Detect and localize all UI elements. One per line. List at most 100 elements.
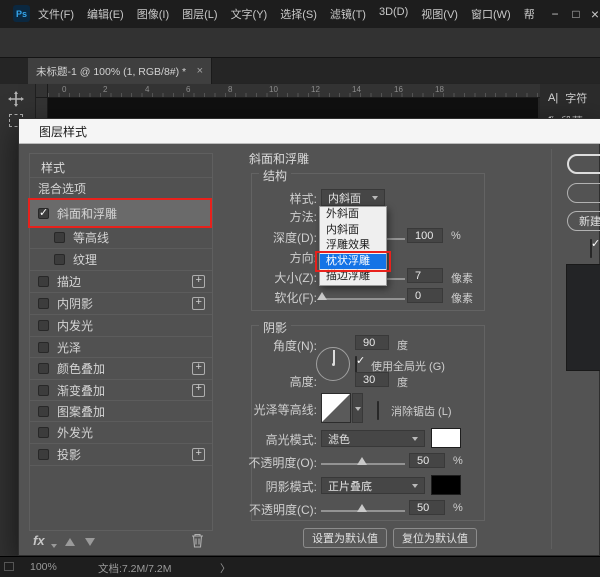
- dropdown-option-pillow-emboss[interactable]: 枕状浮雕: [320, 254, 386, 270]
- depth-unit: %: [451, 230, 461, 242]
- move-tool-icon[interactable]: [7, 90, 25, 108]
- character-icon: A|: [548, 92, 558, 104]
- style-checkbox[interactable]: [54, 232, 65, 243]
- document-tab-title: 未标题-1 @ 100% (1, RGB/8#) *: [36, 64, 186, 79]
- style-item-inner-glow[interactable]: 内发光: [30, 315, 212, 337]
- style-item-label: 光泽: [57, 339, 81, 356]
- style-label: 样式:: [181, 190, 317, 207]
- move-effect-down-icon[interactable]: [85, 538, 95, 546]
- altitude-label: 高度:: [181, 373, 317, 390]
- menu-help[interactable]: 帮: [524, 6, 535, 22]
- minimize-button[interactable]: −: [545, 0, 565, 28]
- gloss-contour-thumbnail[interactable]: [321, 393, 351, 423]
- bevel-emboss-title: 斜面和浮雕: [249, 150, 309, 167]
- soften-slider[interactable]: [321, 298, 405, 300]
- new-style-button[interactable]: 新建: [567, 211, 600, 231]
- angle-input[interactable]: 90: [355, 335, 389, 350]
- bevel-style-select[interactable]: 内斜面: [321, 189, 385, 206]
- style-checkbox[interactable]: [54, 254, 65, 265]
- preview-checkbox[interactable]: [590, 239, 592, 258]
- gloss-contour-label: 光泽等高线:: [181, 401, 317, 418]
- styles-header: 样式: [41, 159, 65, 176]
- style-item-label: 内阴影: [57, 295, 93, 312]
- style-checkbox[interactable]: [38, 320, 49, 331]
- dropdown-option-outer-bevel[interactable]: 外斜面: [320, 207, 386, 223]
- fx-menu-chevron-icon[interactable]: [51, 544, 57, 548]
- soften-slider-thumb[interactable]: [317, 292, 327, 300]
- style-checkbox[interactable]: [38, 427, 49, 438]
- soften-label: 软化(F):: [181, 289, 317, 306]
- tab-close-icon[interactable]: ×: [197, 65, 203, 77]
- reset-default-button[interactable]: 复位为默认值: [393, 528, 477, 548]
- style-checkbox[interactable]: [38, 385, 49, 396]
- cancel-button[interactable]: [567, 183, 600, 203]
- style-item-label: 内发光: [57, 317, 93, 334]
- angle-dial[interactable]: [316, 347, 350, 381]
- highlight-opacity-value: 50: [417, 455, 429, 467]
- shadow-mode-select[interactable]: 正片叠底: [321, 477, 425, 494]
- document-tab[interactable]: 未标题-1 @ 100% (1, RGB/8#) * ×: [28, 58, 212, 84]
- altitude-input[interactable]: 30: [355, 372, 389, 387]
- style-checkbox[interactable]: [38, 363, 49, 374]
- close-button[interactable]: ×: [585, 0, 600, 28]
- shadow-color-swatch[interactable]: [431, 475, 461, 495]
- size-input[interactable]: 7: [407, 268, 443, 283]
- altitude-unit: 度: [397, 374, 408, 390]
- menu-filter[interactable]: 滤镜(T): [330, 6, 366, 22]
- status-chevron-icon[interactable]: 〉: [220, 561, 231, 576]
- style-checkbox[interactable]: [38, 342, 49, 353]
- menu-type[interactable]: 文字(Y): [231, 6, 268, 22]
- altitude-value: 30: [363, 374, 375, 386]
- tab-character[interactable]: A| 字符: [548, 90, 587, 106]
- highlight-color-swatch[interactable]: [431, 428, 461, 448]
- menu-view[interactable]: 视图(V): [421, 6, 458, 22]
- shadow-opacity-input[interactable]: 50: [409, 500, 445, 515]
- ruler-tick: 18: [435, 85, 444, 94]
- fx-icon[interactable]: fx: [33, 533, 45, 548]
- antialias-checkbox[interactable]: [377, 401, 379, 420]
- highlight-opacity-label: 不透明度(O):: [181, 454, 317, 471]
- photoshop-window: Ps 文件(F) 编辑(E) 图像(I) 图层(L) 文字(Y) 选择(S) 滤…: [0, 0, 600, 577]
- menu-layer[interactable]: 图层(L): [182, 6, 217, 22]
- style-item-label: 渐变叠加: [57, 382, 105, 399]
- ok-button[interactable]: [567, 154, 600, 174]
- menu-3d[interactable]: 3D(D): [379, 6, 408, 22]
- dropdown-option-stroke-emboss[interactable]: 描边浮雕: [320, 269, 386, 285]
- style-checkbox[interactable]: [38, 276, 49, 287]
- dropdown-option-inner-bevel[interactable]: 内斜面: [320, 223, 386, 239]
- gloss-contour-picker-chevron[interactable]: [352, 393, 363, 423]
- style-checkbox[interactable]: [38, 208, 49, 219]
- highlight-opacity-thumb[interactable]: [357, 457, 367, 465]
- status-zoom-level[interactable]: 100%: [30, 561, 57, 573]
- style-checkbox[interactable]: [38, 406, 49, 417]
- menu-edit[interactable]: 编辑(E): [87, 6, 124, 22]
- menu-window[interactable]: 窗口(W): [471, 6, 511, 22]
- menu-file[interactable]: 文件(F): [38, 6, 74, 22]
- soften-input[interactable]: 0: [407, 288, 443, 303]
- shadow-opacity-value: 50: [417, 502, 429, 514]
- dialog-title-bar[interactable]: 图层样式: [19, 119, 600, 144]
- move-effect-up-icon[interactable]: [65, 538, 75, 546]
- highlight-mode-select[interactable]: 滤色: [321, 430, 425, 447]
- delete-effect-trash-icon[interactable]: [191, 533, 204, 548]
- set-default-button[interactable]: 设置为默认值: [303, 528, 387, 548]
- style-checkbox[interactable]: [38, 298, 49, 309]
- menu-select[interactable]: 选择(S): [280, 6, 317, 22]
- shadow-mode-label: 阴影模式:: [181, 478, 317, 495]
- highlight-mode-value: 滤色: [328, 431, 350, 447]
- dropdown-option-emboss[interactable]: 浮雕效果: [320, 238, 386, 254]
- layer-style-dialog: 图层样式 样式 混合选项 斜面和浮雕 等高线 纹理 描边 内阴影: [18, 118, 600, 556]
- style-checkbox[interactable]: [38, 449, 49, 460]
- soften-value: 0: [415, 290, 421, 302]
- ruler-tick: 4: [145, 85, 149, 94]
- new-style-label: 新建: [579, 213, 600, 229]
- horizontal-ruler: [48, 84, 540, 98]
- options-bar: 滚动所有窗口 100% 适合屏幕 填充屏幕: [0, 28, 600, 58]
- style-item-label: 纹理: [73, 251, 97, 268]
- menu-image[interactable]: 图像(I): [137, 6, 169, 22]
- maximize-button[interactable]: □: [566, 0, 586, 28]
- highlight-opacity-input[interactable]: 50: [409, 453, 445, 468]
- depth-input[interactable]: 100: [407, 228, 443, 243]
- shadow-opacity-thumb[interactable]: [357, 504, 367, 512]
- shading-group-label: 阴影: [259, 319, 291, 336]
